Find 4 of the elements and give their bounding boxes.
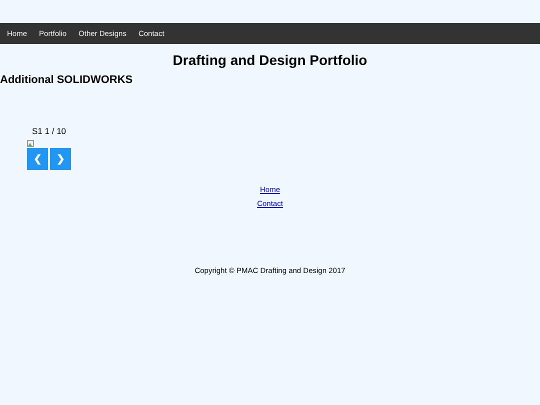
section-heading: Additional SOLIDWORKS [0, 74, 134, 87]
slide-counter: S1 1 / 10 [32, 126, 66, 136]
broken-image-icon [27, 140, 34, 147]
page-title: Drafting and Design Portfolio [172, 52, 368, 69]
